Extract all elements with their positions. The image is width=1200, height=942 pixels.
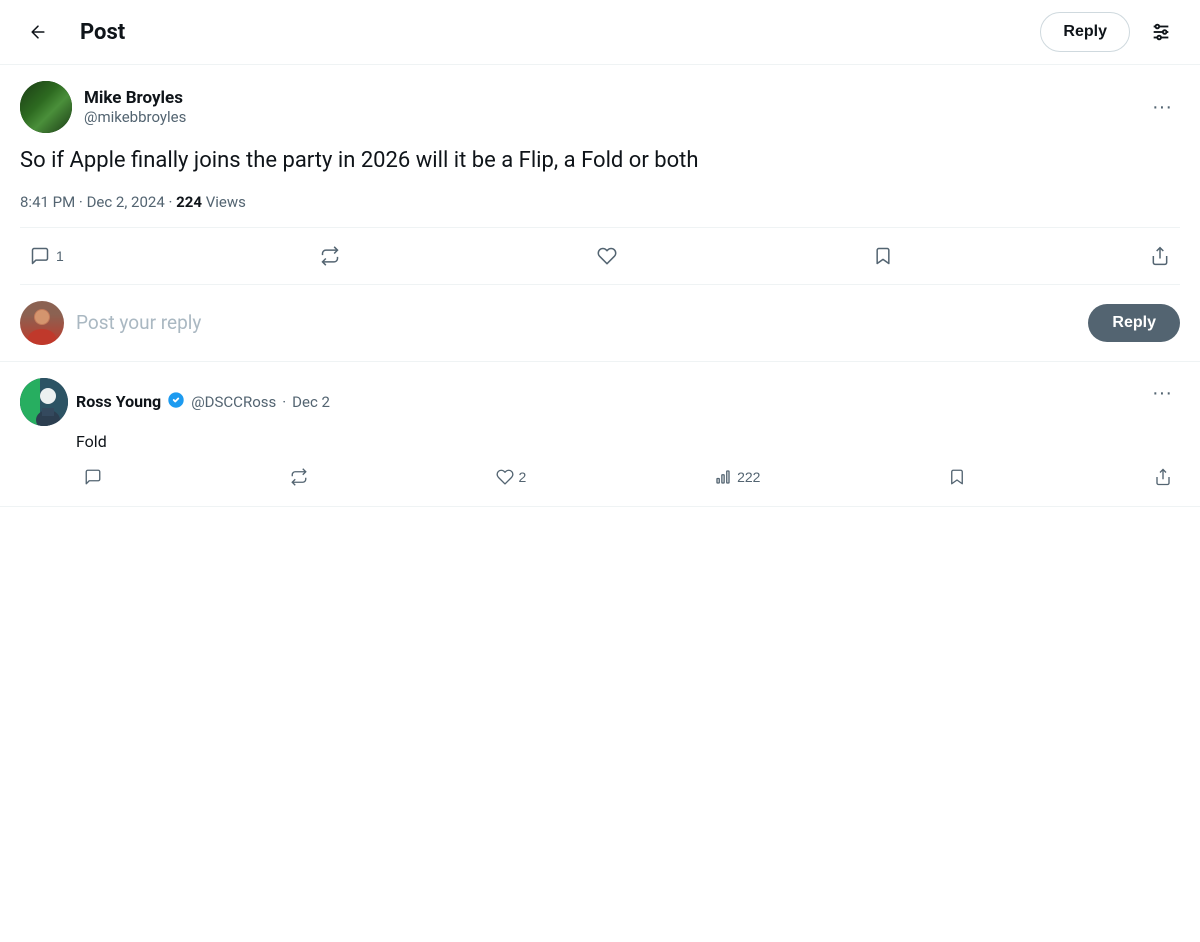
reply-bookmark-button[interactable] [940,464,974,490]
reply-more-button[interactable]: ··· [1144,378,1180,409]
comment-icon [30,246,50,266]
reply-bookmark-icon [948,468,966,486]
back-button[interactable] [20,14,56,50]
reply-comment-button[interactable] [76,464,110,490]
reply-share-icon [1154,468,1172,486]
reply-author-avatar [20,378,68,426]
author-handle: @mikebbroyles [84,108,186,126]
tweet-reply-header: Ross Young @DSCCRoss · Dec 2 ··· [20,378,1180,426]
avatar-silhouette [20,301,64,345]
reply-views-icon [714,468,732,486]
verified-badge [167,391,185,413]
reply-author-details: Ross Young @DSCCRoss · Dec 2 [76,391,330,413]
share-icon [1150,246,1170,266]
reply-author-handle: @DSCCRoss [191,393,276,411]
header-right: Reply [1040,12,1180,52]
post-views-count: 224 [176,193,202,211]
verified-icon [167,391,185,409]
retweet-icon [320,246,340,266]
reply-like-button[interactable]: 2 [488,464,535,490]
settings-button[interactable] [1142,13,1180,51]
reply-post-button[interactable]: Reply [1088,304,1180,342]
share-button[interactable] [1140,240,1180,272]
header: Post Reply [0,0,1200,65]
action-bar: 1 [20,228,1180,284]
reply-views-count: 222 [737,469,760,485]
comment-count: 1 [56,248,64,264]
post-text: So if Apple finally joins the party in 2… [20,145,1180,177]
reply-actions: 2 222 [76,464,1180,490]
author-avatar [20,81,72,133]
reply-author-name: Ross Young [76,392,161,411]
author-name-block: Mike Broyles @mikebbroyles [84,88,186,126]
like-button[interactable] [587,240,627,272]
reply-text: Fold [76,430,1180,454]
reply-name-row: Ross Young @DSCCRoss · Dec 2 [76,391,330,413]
back-icon [28,22,48,42]
reply-share-button[interactable] [1146,464,1180,490]
author-name: Mike Broyles [84,88,186,108]
reply-heart-icon [496,468,514,486]
post-meta: 8:41 PM · Dec 2, 2024 · 224 Views [20,193,1180,211]
retweet-button[interactable] [310,240,350,272]
reply-input-row: Post your reply Reply [0,285,1200,362]
header-reply-button[interactable]: Reply [1040,12,1130,52]
reply-date: Dec 2 [292,393,330,411]
reply-retweet-icon [290,468,308,486]
post-container: Mike Broyles @mikebbroyles ··· So if App… [0,65,1200,285]
post-timestamp: 8:41 PM · Dec 2, 2024 [20,193,165,211]
page-title: Post [80,20,125,45]
reply-like-count: 2 [519,469,527,485]
dot-separator: · [282,393,286,411]
heart-icon [597,246,617,266]
reply-comment-icon [84,468,102,486]
bookmark-icon [873,246,893,266]
comment-button[interactable]: 1 [20,240,74,272]
tweet-reply: Ross Young @DSCCRoss · Dec 2 ··· Fold [0,362,1200,507]
reply-views-button[interactable]: 222 [706,464,768,490]
post-author-row: Mike Broyles @mikebbroyles ··· [20,81,1180,133]
reply-placeholder[interactable]: Post your reply [76,311,201,334]
settings-icon [1150,21,1172,43]
reply-input-inner: Post your reply [20,301,1076,345]
reply-retweet-button[interactable] [282,464,316,490]
bookmark-button[interactable] [863,240,903,272]
more-options-button[interactable]: ··· [1144,92,1180,123]
tweet-reply-author: Ross Young @DSCCRoss · Dec 2 [20,378,330,426]
post-author-info: Mike Broyles @mikebbroyles [20,81,186,133]
current-user-avatar [20,301,64,345]
header-left: Post [20,14,125,50]
